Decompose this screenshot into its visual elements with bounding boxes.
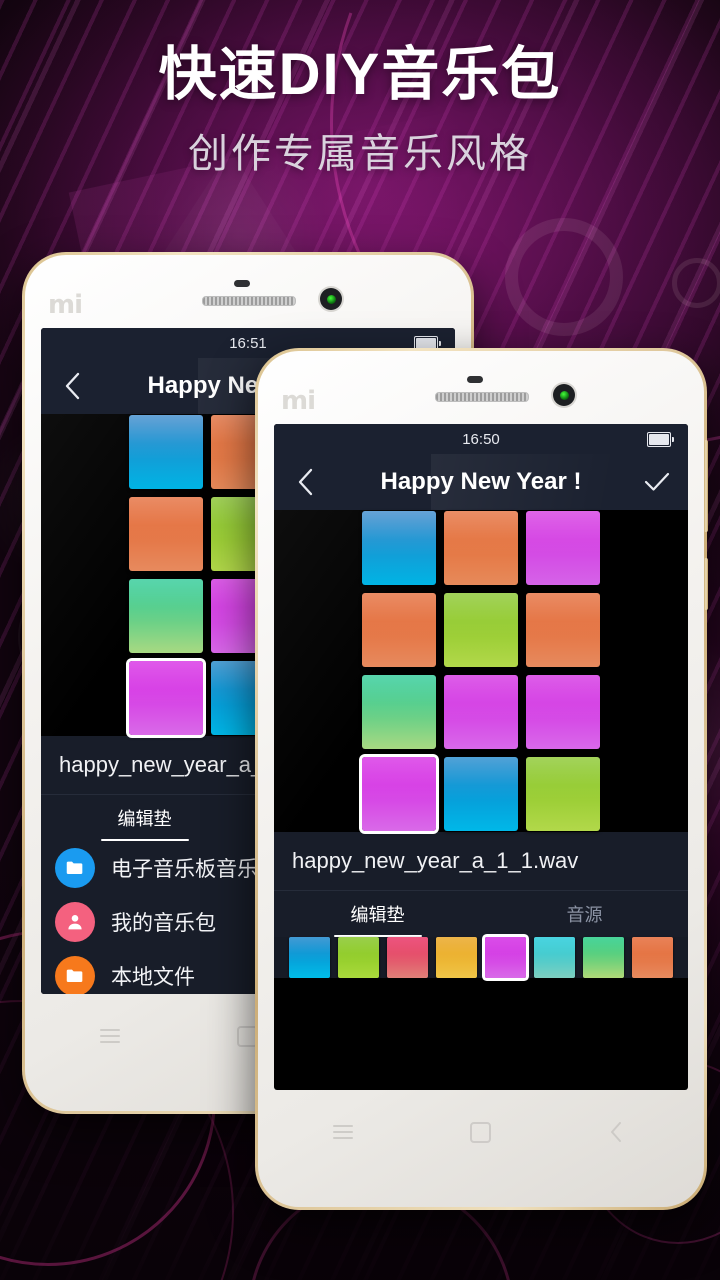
pad-12[interactable] — [526, 757, 600, 831]
check-icon — [644, 472, 670, 491]
tab-label: 编辑垫 — [350, 905, 405, 925]
pad-11[interactable] — [444, 757, 518, 831]
file-name-label: happy_new_year_a_1_1.wav — [292, 848, 579, 873]
tab-label: 音源 — [566, 905, 603, 925]
chevron-left-icon — [298, 468, 313, 496]
person-icon — [55, 902, 95, 942]
pad-7[interactable] — [129, 579, 203, 653]
pad-1[interactable] — [362, 511, 436, 585]
pad-4[interactable] — [362, 593, 436, 667]
battery-full-icon — [647, 431, 674, 447]
swatch-cyan[interactable] — [534, 937, 575, 978]
pad-10[interactable] — [362, 757, 436, 831]
proximity-sensor — [234, 280, 250, 287]
tab-bar[interactable]: 编辑垫 音源 — [274, 891, 688, 937]
pad-5[interactable] — [444, 593, 518, 667]
pad-1[interactable] — [129, 415, 203, 489]
pad-8[interactable] — [444, 675, 518, 749]
app-bar: Happy New Year ! — [274, 454, 688, 510]
status-time: 16:50 — [462, 430, 500, 448]
swatch-pink[interactable] — [387, 937, 428, 978]
volume-button[interactable] — [704, 440, 708, 532]
list-item-label: 我的音乐包 — [111, 912, 216, 935]
tab-edit-pad[interactable]: 编辑垫 — [41, 795, 248, 841]
background-ring-1 — [505, 218, 623, 336]
earpiece-speaker — [435, 392, 529, 402]
page-title: Happy New Year ! — [380, 468, 582, 495]
background-ring-2 — [672, 258, 720, 308]
pad-7[interactable] — [362, 675, 436, 749]
tab-active-underline — [100, 839, 189, 841]
pad-grid[interactable] — [362, 511, 600, 831]
pad-stage — [274, 510, 688, 832]
list-item-label: 电子音乐板音乐包 — [111, 858, 279, 881]
pad-10[interactable] — [129, 661, 203, 735]
home-square-icon[interactable] — [470, 1121, 492, 1143]
swatch-orange[interactable] — [632, 937, 673, 978]
folder-icon — [55, 956, 95, 994]
swatch-green[interactable] — [338, 937, 379, 978]
back-button[interactable] — [274, 454, 336, 510]
pad-4[interactable] — [129, 497, 203, 571]
mi-logo: mi — [48, 290, 83, 320]
status-bar: 16:50 — [274, 424, 688, 454]
tab-label: 编辑垫 — [117, 809, 172, 829]
earpiece-speaker — [202, 296, 296, 306]
color-swatch-row[interactable] — [289, 937, 673, 978]
pad-2[interactable] — [444, 511, 518, 585]
promo-poster: 快速DIY音乐包 创作专属音乐风格 mi 16:51 Happy New Yea… — [0, 0, 720, 1280]
phone-screen-front: 16:50 Happy New Year ! happy_new_year_a_… — [274, 424, 688, 1090]
front-camera-icon — [320, 288, 342, 310]
tab-sound-source[interactable]: 音源 — [481, 891, 688, 937]
confirm-button[interactable] — [626, 454, 688, 510]
tab-edit-pad[interactable]: 编辑垫 — [274, 891, 481, 937]
swatch-magenta[interactable] — [485, 937, 526, 978]
proximity-sensor — [467, 376, 483, 383]
pad-9[interactable] — [526, 675, 600, 749]
front-camera-icon — [553, 384, 575, 406]
promo-text-block: 快速DIY音乐包 创作专属音乐风格 — [0, 42, 720, 177]
status-time: 16:51 — [229, 334, 267, 352]
file-name-row[interactable]: happy_new_year_a_1_1.wav — [274, 832, 688, 891]
power-button[interactable] — [704, 558, 708, 610]
phone-mockup-front: mi 16:50 Happy New Year ! happy_new_year… — [255, 348, 708, 1210]
promo-headline: 快速DIY音乐包 — [158, 42, 562, 107]
pad-3[interactable] — [526, 511, 600, 585]
nav-back-icon[interactable] — [609, 1121, 629, 1143]
color-swatch-panel — [274, 937, 688, 978]
pad-6[interactable] — [526, 593, 600, 667]
mi-logo: mi — [281, 386, 316, 416]
promo-subheadline: 创作专属音乐风格 — [188, 131, 532, 176]
swatch-blue[interactable] — [289, 937, 330, 978]
menu-icon[interactable] — [99, 1029, 120, 1043]
system-nav-bar[interactable] — [274, 1096, 688, 1168]
chevron-left-icon — [65, 372, 80, 400]
swatch-amber[interactable] — [436, 937, 477, 978]
menu-icon[interactable] — [332, 1125, 353, 1139]
folder-icon — [55, 848, 95, 888]
back-button[interactable] — [41, 358, 103, 414]
swatch-teal[interactable] — [583, 937, 624, 978]
list-item-label: 本地文件 — [111, 966, 195, 989]
